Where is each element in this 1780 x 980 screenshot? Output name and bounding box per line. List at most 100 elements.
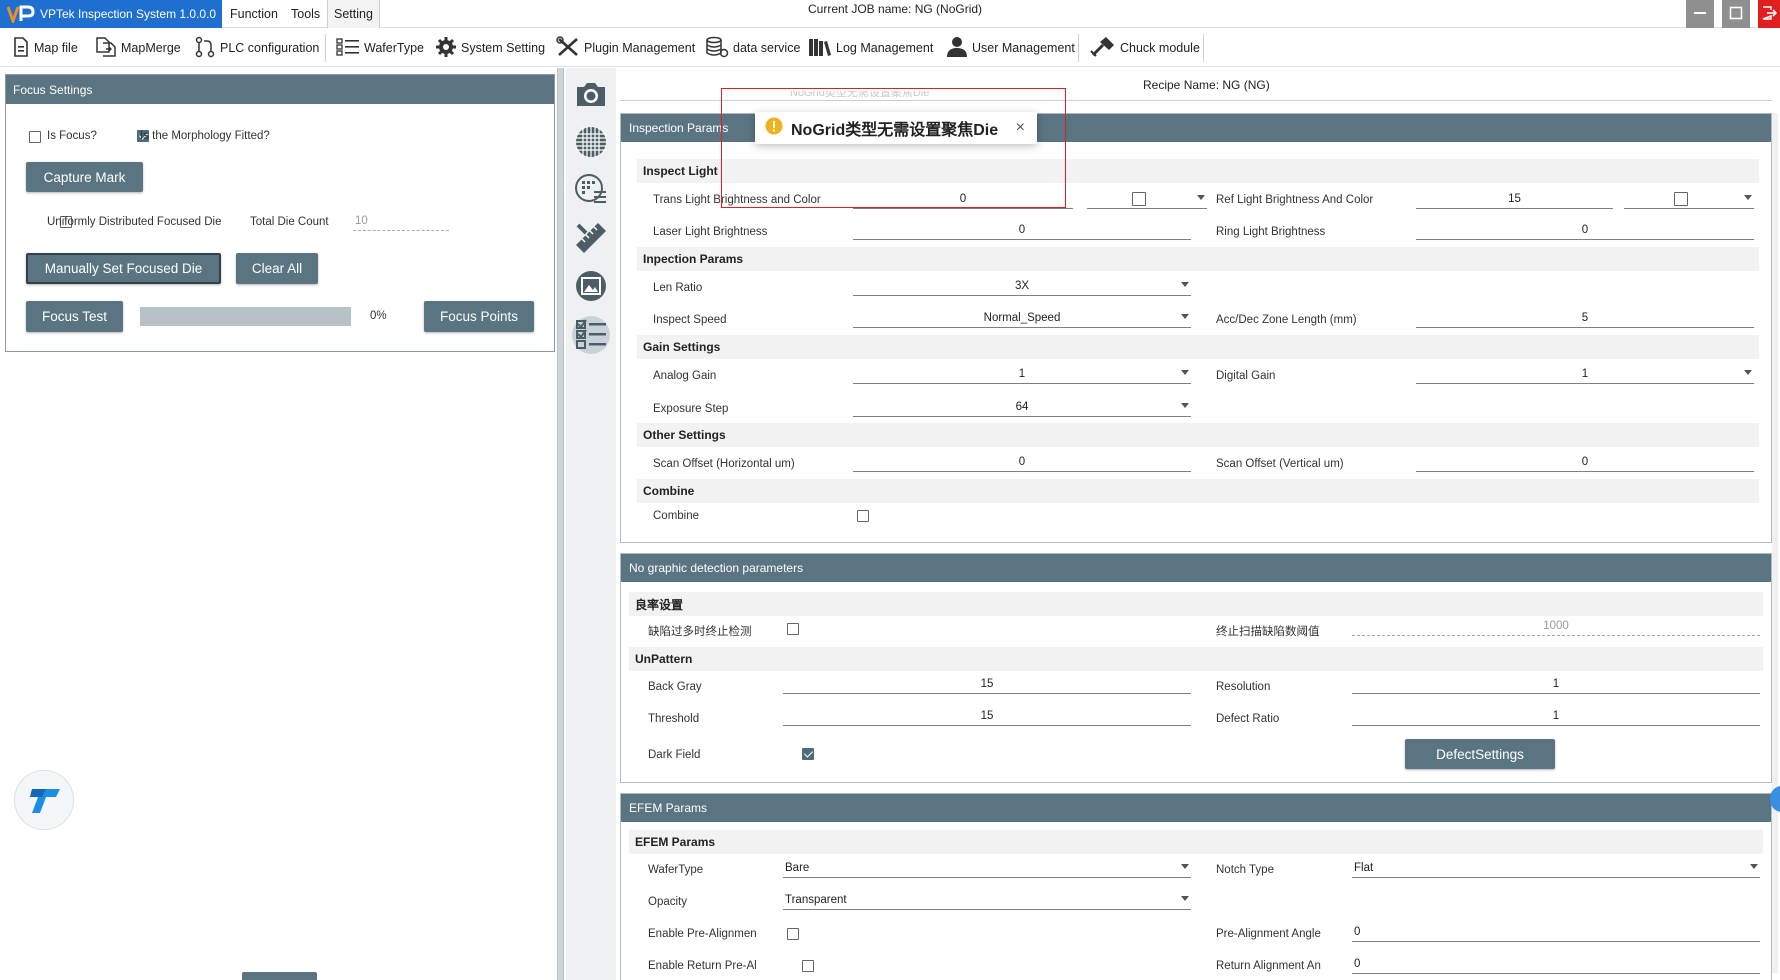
map-file-label: Map file	[34, 41, 78, 55]
title-bar: VPTek Inspection System 1.0.0.0 Function…	[0, 0, 1780, 28]
digital-gain-value: 1	[1581, 367, 1589, 380]
rail-wafer-map-button[interactable]	[572, 124, 610, 162]
back-gray-input[interactable]: 15	[783, 674, 1191, 694]
focus-progress-bar	[140, 307, 351, 326]
chevron-down-icon	[1181, 864, 1189, 869]
maximize-icon	[1729, 6, 1743, 23]
enable-return-pre-alignment-checkbox[interactable]	[802, 960, 815, 972]
combine-checkbox[interactable]	[857, 510, 869, 522]
defect-ratio-label: Defect Ratio	[1216, 713, 1280, 725]
map-file-button[interactable]: Map file	[8, 34, 82, 62]
function-icon-rail	[566, 68, 616, 980]
app-title-text: VPTek Inspection System 1.0.0.0	[40, 7, 217, 21]
defect-settings-button[interactable]: DefectSettings	[1405, 739, 1555, 769]
system-setting-button[interactable]: System Setting	[431, 34, 549, 62]
rail-camera-button[interactable]	[572, 76, 610, 114]
ref-light-brightness-input[interactable]: 15	[1416, 189, 1613, 209]
clear-all-button[interactable]: Clear All	[236, 253, 318, 284]
chevron-down-icon	[1181, 896, 1189, 901]
enable-pre-alignment-checkbox[interactable]	[787, 928, 799, 940]
defect-threshold-input[interactable]: 1000	[1352, 616, 1760, 636]
scan-offset-h-input[interactable]: 0	[853, 452, 1191, 472]
menu-function[interactable]: Function	[224, 0, 284, 28]
scan-offset-h-label: Scan Offset (Horizontal um)	[653, 458, 795, 470]
inspect-speed-label: Inspect Speed	[653, 314, 727, 326]
rail-wafer-settings-button[interactable]	[572, 172, 610, 210]
analog-gain-label: Analog Gain	[653, 370, 717, 382]
inspect-speed-value: Normal_Speed	[983, 311, 1061, 324]
accdec-zone-input[interactable]: 5	[1416, 308, 1754, 328]
hammer-icon	[1090, 36, 1116, 61]
ring-light-input[interactable]: 0	[1416, 220, 1754, 240]
chevron-down-icon	[1744, 370, 1752, 375]
analog-gain-select[interactable]: 1	[853, 364, 1191, 384]
stop-on-defects-checkbox[interactable]	[787, 623, 799, 635]
is-focus-checkbox[interactable]	[29, 131, 41, 143]
scan-offset-v-input[interactable]: 0	[1416, 452, 1754, 472]
menu-setting[interactable]: Setting	[327, 0, 380, 28]
scan-offset-v-label: Scan Offset (Vertical um)	[1216, 458, 1344, 470]
return-alignment-angle-input[interactable]: 0	[1352, 954, 1760, 974]
efem-params-panel: EFEM Params EFEM Params WaferType Bare N…	[620, 793, 1772, 980]
maximize-button[interactable]	[1722, 0, 1750, 28]
app-title: VPTek Inspection System 1.0.0.0	[0, 0, 222, 28]
ref-light-color-select[interactable]	[1624, 189, 1754, 209]
rail-measure-button[interactable]	[572, 220, 610, 258]
pre-alignment-angle-input[interactable]: 0	[1352, 922, 1760, 942]
total-die-count-input[interactable]: 10	[353, 211, 449, 231]
user-management-button[interactable]: User Management	[942, 34, 1079, 62]
defect-threshold-label: 终止扫描缺陷数阈值	[1216, 626, 1320, 638]
chuck-module-button[interactable]: Chuck module	[1086, 34, 1204, 62]
morphology-fitted-label: Is the Morphology Fitted?	[140, 130, 270, 142]
inspect-speed-select[interactable]: Normal_Speed	[853, 308, 1191, 328]
digital-gain-select[interactable]: 1	[1416, 364, 1754, 384]
other-settings-section: Other Settings	[637, 423, 1759, 447]
opacity-label: Opacity	[648, 896, 687, 908]
assistant-floating-button[interactable]	[14, 770, 74, 830]
threshold-input[interactable]: 15	[783, 706, 1191, 726]
len-ratio-select[interactable]: 3X	[853, 276, 1191, 296]
rail-image-button[interactable]	[572, 268, 610, 306]
enable-pre-alignment-label: Enable Pre-Alignmen	[648, 928, 757, 940]
exposure-step-select[interactable]: 64	[853, 397, 1191, 417]
opacity-select[interactable]: Transparent	[783, 890, 1191, 910]
plugin-management-button[interactable]: Plugin Management	[552, 34, 699, 62]
ref-light-color-checkbox[interactable]	[1674, 192, 1688, 206]
bottom-button-edge[interactable]	[242, 972, 317, 980]
content-scrollbar[interactable]	[1772, 113, 1778, 973]
wafertype-button[interactable]: WaferType	[332, 34, 428, 62]
laser-light-input[interactable]: 0	[853, 220, 1191, 240]
notch-type-value: Flat	[1354, 861, 1374, 874]
log-management-button[interactable]: Log Management	[804, 34, 937, 62]
highlight-annotation-box	[721, 88, 1066, 208]
dark-field-label: Dark Field	[648, 749, 701, 761]
capture-mark-button[interactable]: Capture Mark	[26, 162, 143, 192]
resolution-input[interactable]: 1	[1352, 674, 1760, 694]
wafertype-label: WaferType	[648, 864, 704, 876]
menu-tools[interactable]: Tools	[285, 0, 326, 28]
manually-set-focused-die-button[interactable]: Manually Set Focused Die	[26, 253, 221, 284]
wafertype-select[interactable]: Bare	[783, 858, 1191, 878]
rail-checklist-button[interactable]	[572, 316, 610, 354]
data-service-button[interactable]: data service	[701, 34, 804, 62]
focus-test-button[interactable]: Focus Test	[26, 301, 123, 332]
exit-button[interactable]	[1758, 0, 1780, 28]
log-management-label: Log Management	[836, 41, 934, 55]
plc-configuration-button[interactable]: PLC configuration	[190, 34, 323, 62]
no-graphic-detection-panel: No graphic detection parameters 良率设置 缺陷过…	[620, 553, 1772, 783]
chevron-down-icon	[1181, 403, 1189, 408]
inspection-params-title: Inspection Params	[629, 121, 729, 135]
panel-splitter[interactable]	[557, 68, 564, 980]
trans-light-color-checkbox[interactable]	[1132, 192, 1146, 206]
notch-type-select[interactable]: Flat	[1352, 858, 1760, 878]
ref-light-label: Ref Light Brightness And Color	[1216, 194, 1374, 206]
minimize-button[interactable]	[1686, 0, 1714, 28]
mapmerge-button[interactable]: MapMerge	[91, 34, 185, 62]
combine-section: Combine	[637, 479, 1759, 503]
trans-light-color-select[interactable]	[1087, 189, 1207, 209]
focus-points-button[interactable]: Focus Points	[424, 301, 534, 332]
chevron-down-icon	[1181, 314, 1189, 319]
defect-ratio-input[interactable]: 1	[1352, 706, 1760, 726]
chevron-down-icon	[1181, 370, 1189, 375]
dark-field-checkbox[interactable]	[802, 748, 815, 760]
